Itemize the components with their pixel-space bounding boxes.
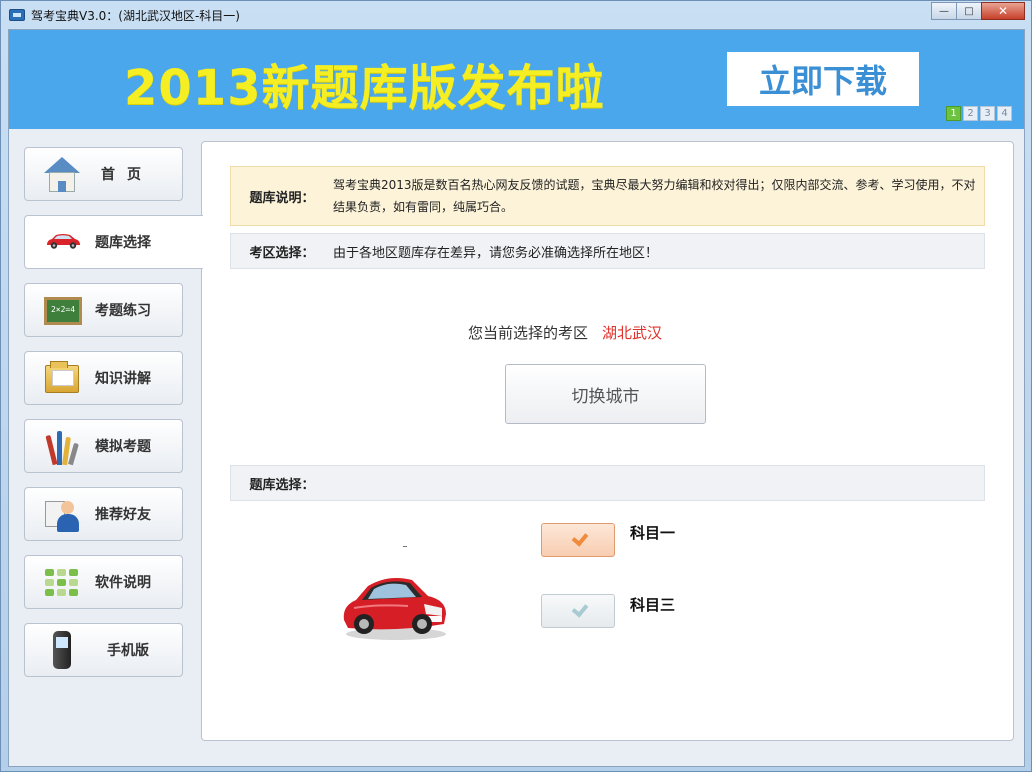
subject-three-checkbox[interactable] <box>541 594 615 628</box>
sidebar-item-label: 考题练习 <box>95 303 151 319</box>
switch-city-button[interactable]: 切换城市 <box>505 364 706 424</box>
chalkboard-text: 2×2=4 <box>44 297 82 325</box>
region-label: 考区选择： <box>249 245 315 261</box>
check-icon <box>568 603 588 619</box>
current-region-prefix: 您当前选择的考区 <box>468 324 589 342</box>
region-text: 由于各地区题库存在差异，请您务必准确选择所在地区！ <box>333 245 659 261</box>
subject-one-checkbox[interactable] <box>541 523 615 557</box>
phone-icon <box>43 631 81 669</box>
banner-headline: 2013新题库版发布啦 <box>124 60 605 116</box>
subject-one-label[interactable]: 科目一 <box>630 522 675 543</box>
pager-dot-4[interactable]: 4 <box>997 106 1012 121</box>
app-icon <box>9 9 25 21</box>
sidebar-item-recommend[interactable]: 推荐好友 <box>24 487 183 541</box>
house-icon <box>43 155 81 193</box>
main-panel: 题库说明： 驾考宝典2013版是数百名热心网友反馈的试题，宝典尽最大努力编辑和校… <box>201 141 1014 741</box>
grid-icon <box>43 563 81 601</box>
decorative-dash <box>403 546 407 547</box>
sidebar-item-label: 知识讲解 <box>95 371 151 387</box>
pager-dot-1[interactable]: 1 <box>946 106 961 121</box>
promo-banner[interactable]: 2013新题库版发布啦 立即下载 1 2 3 4 <box>9 30 1024 129</box>
notice-text: 驾考宝典2013版是数百名热心网友反馈的试题，宝典尽最大努力编辑和校对得出；仅限… <box>333 178 976 214</box>
car-icon <box>43 223 81 261</box>
check-icon <box>568 532 588 548</box>
current-region-row: 您当前选择的考区 湖北武汉 <box>468 322 662 343</box>
current-city: 湖北武汉 <box>602 324 663 342</box>
folder-icon <box>43 359 81 397</box>
notice-bar: 题库说明： 驾考宝典2013版是数百名热心网友反馈的试题，宝典尽最大努力编辑和校… <box>230 166 985 226</box>
sidebar-item-question-bank[interactable]: 题库选择 <box>24 215 203 269</box>
red-car-image <box>343 578 446 640</box>
region-bar: 考区选择： 由于各地区题库存在差异，请您务必准确选择所在地区！ <box>230 233 985 269</box>
minimize-button[interactable]: — <box>931 2 957 20</box>
sidebar-item-label: 首页 <box>101 167 153 183</box>
window-title: 驾考宝典V3.0：(湖北武汉地区-科目一) <box>31 8 240 23</box>
question-bank-label: 题库选择： <box>249 477 315 493</box>
notice-label: 题库说明： <box>249 190 315 206</box>
sidebar-item-mock-exam[interactable]: 模拟考题 <box>24 419 183 473</box>
sidebar-item-home[interactable]: 首页 <box>24 147 183 201</box>
client-area: 2013新题库版发布啦 立即下载 1 2 3 4 首页 题库选择 2×2=4 考… <box>8 29 1025 767</box>
sidebar-item-software-info[interactable]: 软件说明 <box>24 555 183 609</box>
person-icon <box>43 495 81 533</box>
sidebar-item-knowledge[interactable]: 知识讲解 <box>24 351 183 405</box>
pens-icon <box>43 427 81 466</box>
title-bar[interactable]: 驾考宝典V3.0：(湖北武汉地区-科目一) — □ ✕ <box>1 1 1031 29</box>
chalkboard-icon: 2×2=4 <box>43 291 82 329</box>
close-button[interactable]: ✕ <box>981 2 1025 20</box>
app-window: 驾考宝典V3.0：(湖北武汉地区-科目一) — □ ✕ 2013新题库版发布啦 … <box>0 0 1032 772</box>
sidebar-item-label: 模拟考题 <box>95 439 151 455</box>
sidebar-item-label: 手机版 <box>107 643 149 659</box>
sidebar-item-label: 题库选择 <box>95 235 151 251</box>
banner-pager: 1 2 3 4 <box>946 106 1014 121</box>
download-now-button[interactable]: 立即下载 <box>727 52 919 106</box>
question-bank-bar: 题库选择： <box>230 465 985 501</box>
pager-dot-2[interactable]: 2 <box>963 106 978 121</box>
maximize-button[interactable]: □ <box>956 2 982 20</box>
subject-three-label[interactable]: 科目三 <box>630 594 675 615</box>
window-controls: — □ ✕ <box>931 2 1025 20</box>
sidebar-item-mobile[interactable]: 手机版 <box>24 623 183 677</box>
pager-dot-3[interactable]: 3 <box>980 106 995 121</box>
sidebar-item-practice[interactable]: 2×2=4 考题练习 <box>24 283 183 337</box>
sidebar-item-label: 软件说明 <box>95 575 151 591</box>
sidebar-item-label: 推荐好友 <box>95 507 151 523</box>
